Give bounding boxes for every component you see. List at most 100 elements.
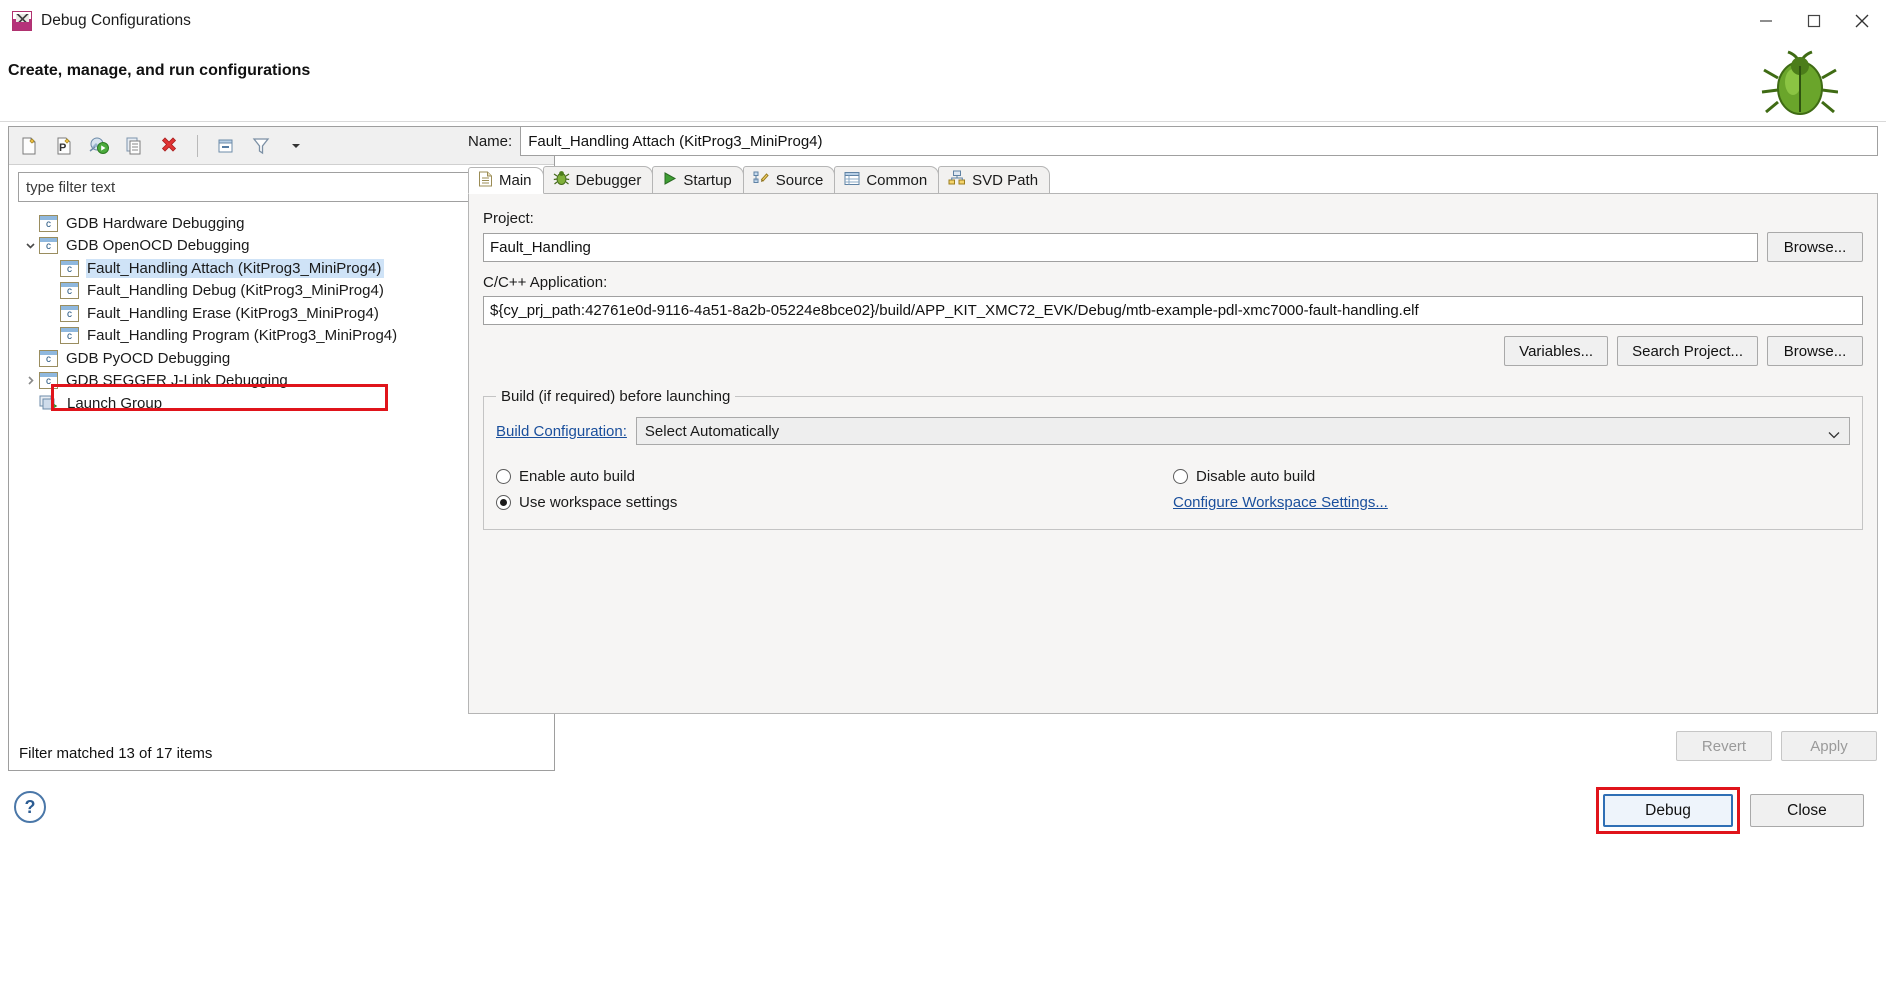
build-radio-right-column: Disable auto build Configure Workspace S… xyxy=(1173,463,1850,515)
launch-group-icon xyxy=(39,394,59,412)
source-edit-icon xyxy=(753,170,770,190)
new-launch-configuration-icon[interactable] xyxy=(16,133,42,159)
toolbar-separator xyxy=(197,134,198,157)
footer-button-row: Debug Close xyxy=(1596,787,1864,834)
filter-icon[interactable] xyxy=(248,133,274,159)
tab-strip: Main Debugger Startup Source Common SVD … xyxy=(468,166,1878,194)
duplicate-icon[interactable] xyxy=(121,133,147,159)
application-browse-button[interactable]: Browse... xyxy=(1767,336,1863,366)
tab-label: Common xyxy=(866,171,928,189)
project-label: Project: xyxy=(483,210,534,227)
tab-label: Main xyxy=(499,172,532,189)
bug-icon xyxy=(1756,48,1839,120)
project-row: Browse... xyxy=(483,232,1863,262)
minimize-icon[interactable] xyxy=(1742,0,1790,42)
tree-item-label: Fault_Handling Erase (KitProg3_MiniProg4… xyxy=(87,304,379,322)
radio-label: Use workspace settings xyxy=(519,493,678,511)
radio-label: Enable auto build xyxy=(519,467,635,485)
table-icon xyxy=(844,171,860,190)
maximize-icon[interactable] xyxy=(1790,0,1838,42)
project-input[interactable] xyxy=(483,232,1758,262)
tree-item-label: Fault_Handling Program (KitProg3_MiniPro… xyxy=(87,327,398,345)
dialog-header: Create, manage, and run configurations xyxy=(0,42,1886,122)
new-launch-configuration-prototype-icon[interactable]: P xyxy=(51,133,77,159)
build-radio-grid: Enable auto build Use workspace settings… xyxy=(496,463,1850,515)
radio-indicator[interactable] xyxy=(1173,468,1188,484)
play-icon xyxy=(662,171,677,190)
tab-page-main: Project: Browse... C/C++ Application: Va… xyxy=(468,194,1878,761)
bug-icon xyxy=(553,170,570,190)
debug-configurations-icon xyxy=(12,11,32,31)
name-label: Name: xyxy=(468,132,513,150)
radio-indicator[interactable] xyxy=(496,494,511,510)
tab-startup[interactable]: Startup xyxy=(652,166,744,193)
window-title: Debug Configurations xyxy=(41,12,191,29)
delete-icon[interactable] xyxy=(156,133,182,159)
view-menu-icon[interactable] xyxy=(283,133,309,159)
tree-item-label: GDB Hardware Debugging xyxy=(66,214,245,232)
tab-folder: Main Debugger Startup Source Common SVD … xyxy=(468,166,1878,761)
build-before-launch-group: Build (if required) before launching Bui… xyxy=(483,388,1863,530)
tree-item-label: Fault_Handling Attach (KitProg3_MiniProg… xyxy=(86,258,385,278)
name-input[interactable] xyxy=(520,126,1878,156)
radio-enable-auto-build[interactable]: Enable auto build xyxy=(496,463,1173,489)
tree-item-label: GDB PyOCD Debugging xyxy=(66,349,231,367)
debug-button-wrapper: Debug xyxy=(1596,787,1740,834)
export-launch-configuration-icon[interactable] xyxy=(86,133,112,159)
application-label: C/C++ Application: xyxy=(483,274,608,291)
build-configuration-link[interactable]: Build Configuration: xyxy=(496,423,627,440)
radio-label: Disable auto build xyxy=(1196,467,1316,485)
build-configuration-value: Select Automatically xyxy=(644,422,780,440)
window-controls xyxy=(1742,0,1886,42)
collapse-all-icon[interactable] xyxy=(213,133,239,159)
name-row: Name: xyxy=(468,126,1878,156)
c-config-icon: c xyxy=(39,349,58,367)
c-config-icon: c xyxy=(60,304,79,322)
revert-apply-row: Revert Apply xyxy=(1676,731,1877,761)
close-icon[interactable] xyxy=(1838,0,1886,42)
project-browse-button[interactable]: Browse... xyxy=(1767,232,1863,262)
configuration-editor: Name: Main Debugger xyxy=(468,126,1878,771)
search-input[interactable] xyxy=(18,172,545,202)
tree-item-label: GDB SEGGER J-Link Debugging xyxy=(66,372,288,390)
radio-disable-auto-build[interactable]: Disable auto build xyxy=(1173,463,1850,489)
filter-status-text: Filter matched 13 of 17 items xyxy=(19,745,213,762)
chevron-down-icon[interactable] xyxy=(21,240,39,251)
search-project-button[interactable]: Search Project... xyxy=(1617,336,1758,366)
tree-item-label: GDB OpenOCD Debugging xyxy=(66,237,250,255)
tab-main[interactable]: Main xyxy=(468,167,544,194)
radio-indicator[interactable] xyxy=(496,468,511,484)
debug-highlight-box xyxy=(1596,787,1740,834)
document-icon xyxy=(478,171,493,191)
c-config-icon: c xyxy=(60,327,79,345)
tab-source[interactable]: Source xyxy=(742,166,836,193)
application-button-row: Variables... Search Project... Browse... xyxy=(483,336,1863,366)
variables-button[interactable]: Variables... xyxy=(1504,336,1609,366)
chevron-right-icon[interactable] xyxy=(21,375,39,386)
dialog-body: P type filter text c GDB Hardware Debugg… xyxy=(0,122,1886,777)
tab-svd-path[interactable]: SVD Path xyxy=(938,166,1051,193)
build-radio-left-column: Enable auto build Use workspace settings xyxy=(496,463,1173,515)
build-configuration-row: Build Configuration: Select Automaticall… xyxy=(496,417,1850,445)
tab-debugger[interactable]: Debugger xyxy=(542,166,654,193)
c-config-icon: c xyxy=(39,372,58,390)
configure-workspace-settings-row: Configure Workspace Settings... xyxy=(1173,489,1850,515)
c-config-icon: c xyxy=(39,237,58,255)
svg-text:P: P xyxy=(59,142,66,154)
configure-workspace-settings-link[interactable]: Configure Workspace Settings... xyxy=(1173,494,1388,511)
build-configuration-select[interactable]: Select Automatically xyxy=(635,417,1850,445)
tab-label: Debugger xyxy=(575,171,642,189)
application-input[interactable] xyxy=(483,296,1863,325)
close-button[interactable]: Close xyxy=(1750,794,1864,827)
revert-button[interactable]: Revert xyxy=(1676,731,1772,761)
apply-button[interactable]: Apply xyxy=(1781,731,1877,761)
dialog-footer: ? Debug Close xyxy=(0,777,1886,1000)
tab-label: SVD Path xyxy=(972,171,1039,189)
tab-label: Source xyxy=(775,171,824,189)
c-config-icon: c xyxy=(39,214,58,232)
help-icon[interactable]: ? xyxy=(14,791,46,823)
radio-use-workspace-settings[interactable]: Use workspace settings xyxy=(496,489,1173,515)
tab-common[interactable]: Common xyxy=(834,166,940,193)
c-config-icon: c xyxy=(60,259,79,277)
build-group-label: Build (if required) before launching xyxy=(501,388,731,405)
